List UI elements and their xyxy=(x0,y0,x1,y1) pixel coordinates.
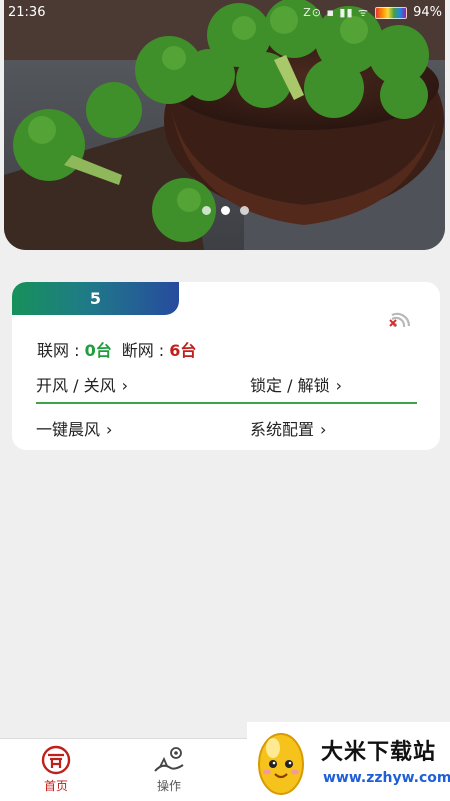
carousel-dot-active[interactable] xyxy=(220,206,230,215)
carousel-dot[interactable] xyxy=(201,206,211,215)
status-time: 21:36 xyxy=(8,5,46,20)
online-label: 联网 : xyxy=(37,341,85,360)
divider xyxy=(36,402,417,404)
rice-mascot-logo xyxy=(258,733,304,795)
operation-icon xyxy=(154,747,184,772)
offline-count: 6台 xyxy=(169,341,197,360)
system-config-link[interactable]: 系统配置 › xyxy=(250,416,326,440)
watermark-url: www.zzhyw.com xyxy=(323,770,450,786)
status-bar: 21:36 Z⊙ ▪ ▮▮ ᯤ 94% xyxy=(0,0,450,26)
system-config-label: 系统配置 xyxy=(250,420,315,439)
status-right: Z⊙ ▪ ▮▮ ᯤ 94% xyxy=(303,5,442,20)
one-key-morning-label: 一键晨风 xyxy=(36,420,101,439)
chevron-right-icon: › xyxy=(320,420,327,439)
battery-level: 94% xyxy=(413,5,442,20)
wifi-off-icon xyxy=(389,312,411,328)
lock-toggle-link[interactable]: 锁定 / 解锁 › xyxy=(250,372,342,396)
carousel-dot[interactable] xyxy=(239,206,249,215)
nav-home-label: 首页 xyxy=(43,779,68,793)
status-icons: Z⊙ ▪ ▮▮ ᯤ xyxy=(303,6,370,19)
nav-home[interactable]: 首页 xyxy=(26,745,86,794)
one-key-morning-link[interactable]: 一键晨风 › xyxy=(36,416,112,440)
home-icon xyxy=(41,745,71,775)
watermark-title: 大米下载站 xyxy=(321,740,437,765)
offline-label: 断网 : xyxy=(121,341,170,360)
fan-toggle-label: 开风 / 关风 xyxy=(36,376,116,395)
online-count: 0台 xyxy=(84,341,112,360)
group-tab[interactable]: 5 xyxy=(12,282,179,315)
fan-toggle-link[interactable]: 开风 / 关风 › xyxy=(36,372,128,396)
chevron-right-icon: › xyxy=(121,376,128,395)
nav-operation-label: 操作 xyxy=(156,779,181,793)
connection-counts: 联网 : 0台 断网 : 6台 xyxy=(37,337,196,361)
device-group-card: 5 联网 : 0台 断网 : 6台 开风 / 关风 › 锁定 / 解锁 › 一键晨风 ›… xyxy=(12,282,440,450)
battery-icon xyxy=(375,6,408,19)
chevron-right-icon: › xyxy=(335,376,342,395)
watermark: 大米下载站 www.zzhyw.com xyxy=(247,722,450,800)
carousel-indicator xyxy=(0,206,450,215)
lock-toggle-label: 锁定 / 解锁 xyxy=(250,376,330,395)
chevron-right-icon: › xyxy=(106,420,113,439)
nav-operation[interactable]: 操作 xyxy=(139,745,199,794)
